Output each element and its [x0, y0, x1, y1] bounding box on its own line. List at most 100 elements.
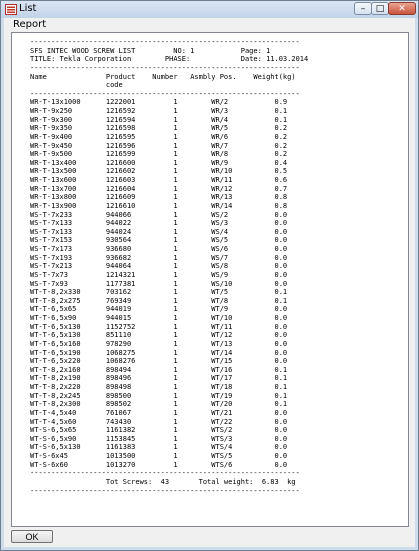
row-number: 1	[173, 158, 178, 167]
ok-button[interactable]: OK	[11, 530, 53, 543]
row-number: 1	[173, 434, 178, 443]
row-product-code: 944015	[105, 314, 132, 322]
row-number: 1	[173, 253, 178, 262]
row-weight: 0.7	[274, 184, 288, 193]
row-product-code: 898498	[105, 383, 132, 391]
row-number: 1	[173, 322, 178, 331]
row-name: WT-T-6,5x90	[30, 314, 77, 322]
total-weight-value: 6.83	[261, 477, 279, 486]
row-number: 1	[173, 98, 178, 107]
row-number: 1	[173, 331, 178, 340]
row-name: WR-T-9x350	[30, 124, 73, 133]
row-product-code: 1222001	[105, 98, 136, 107]
row-name: WS-T-7x213	[30, 262, 73, 271]
row-asmbly-pos: WTS/5	[211, 452, 233, 460]
row-name: WR-T-13x700	[30, 184, 77, 193]
row-asmbly-pos: WS/10	[211, 279, 233, 288]
report-text-area[interactable]: ----------------------------------------…	[11, 32, 409, 527]
row-asmbly-pos: WR/2	[211, 98, 229, 107]
row-asmbly-pos: WR/7	[211, 141, 229, 150]
row-product-code: 851110	[105, 331, 132, 340]
row-number: 1	[173, 167, 178, 176]
row-product-code: 1013500	[105, 452, 136, 460]
row-name: WT-S-6,5x65	[30, 426, 77, 435]
row-number: 1	[173, 417, 178, 426]
row-asmbly-pos: WS/3	[211, 219, 229, 228]
row-asmbly-pos: WR/9	[211, 158, 229, 167]
row-asmbly-pos: WT/8	[211, 296, 229, 305]
column-header-number: Number	[152, 72, 178, 81]
close-button[interactable]: ✕	[388, 2, 416, 15]
row-number: 1	[173, 357, 178, 366]
row-weight: 0.0	[274, 227, 288, 236]
row-number: 1	[173, 288, 178, 297]
menu-item-report[interactable]: Report	[13, 19, 46, 30]
row-product-code: 1152752	[105, 322, 136, 331]
row-number: 1	[173, 132, 178, 141]
row-number: 1	[173, 443, 178, 452]
row-name: WT-T-6,5x130	[30, 322, 81, 331]
row-number: 1	[173, 107, 178, 115]
row-weight: 0.1	[274, 391, 288, 400]
row-product-code: 1161383	[105, 443, 136, 452]
row-asmbly-pos: WT/14	[211, 348, 233, 357]
row-number: 1	[173, 314, 178, 322]
row-product-code: 1216598	[105, 124, 136, 133]
row-asmbly-pos: WTS/3	[211, 434, 233, 443]
row-product-code: 944066	[105, 210, 132, 219]
row-asmbly-pos: WR/12	[211, 184, 233, 193]
row-asmbly-pos: WS/6	[211, 245, 229, 253]
row-name: WT-T-6,5x160	[30, 339, 81, 348]
row-asmbly-pos: WTS/6	[211, 460, 233, 469]
row-number: 1	[173, 339, 178, 348]
title-bar[interactable]: List – □ ✕	[1, 1, 418, 18]
row-number: 1	[173, 391, 178, 400]
row-number: 1	[173, 193, 178, 202]
row-asmbly-pos: WS/5	[211, 236, 229, 245]
row-weight: 0.0	[274, 348, 288, 357]
row-name: WS-T-7x133	[30, 227, 73, 236]
row-asmbly-pos: WT/17	[211, 374, 233, 383]
row-number: 1	[173, 400, 178, 409]
row-name: WR-T-13x1000	[30, 98, 81, 107]
row-number: 1	[173, 245, 178, 253]
row-number: 1	[173, 184, 178, 193]
row-weight: 0.2	[274, 141, 288, 150]
row-number: 1	[173, 227, 178, 236]
minimize-button[interactable]: –	[354, 2, 372, 15]
total-weight-unit: kg	[287, 477, 296, 486]
row-weight: 0.5	[274, 167, 288, 176]
row-weight: 0.0	[274, 322, 288, 331]
row-name: WR-T-9x500	[30, 150, 73, 159]
separator-line: ----------------------------------------…	[30, 469, 300, 478]
row-product-code: 1216599	[105, 150, 136, 159]
row-weight: 0.0	[274, 331, 288, 340]
row-weight: 0.8	[274, 193, 288, 202]
row-asmbly-pos: WR/10	[211, 167, 233, 176]
row-weight: 0.0	[274, 460, 288, 469]
row-asmbly-pos: WTS/2	[211, 426, 233, 435]
row-number: 1	[173, 365, 178, 374]
total-screws-value: 43	[160, 477, 170, 486]
row-product-code: 898500	[105, 391, 132, 400]
report-date-label: Date:	[240, 55, 262, 64]
column-header-asmbly-pos: Asmbly Pos.	[190, 72, 237, 81]
window-title: List	[19, 3, 37, 14]
row-weight: 0.1	[274, 115, 288, 124]
row-weight: 0.0	[274, 314, 288, 322]
row-product-code: 1161382	[105, 426, 136, 435]
row-product-code: 1177381	[105, 279, 136, 288]
row-name: WT-S-6,5x130	[30, 443, 81, 452]
row-name: WT-T-6,5x130	[30, 331, 81, 340]
row-number: 1	[173, 219, 178, 228]
row-asmbly-pos: WR/3	[211, 107, 229, 115]
row-weight: 0.0	[274, 443, 288, 452]
maximize-button[interactable]: □	[371, 2, 389, 15]
row-asmbly-pos: WR/11	[211, 176, 233, 184]
row-weight: 0.0	[274, 270, 288, 279]
row-weight: 0.0	[274, 253, 288, 262]
row-product-code: 1216603	[105, 176, 136, 184]
row-name: WR-T-13x800	[30, 193, 77, 202]
row-name: WT-T-8,2x245	[30, 391, 81, 400]
row-product-code: 1216594	[105, 115, 136, 124]
